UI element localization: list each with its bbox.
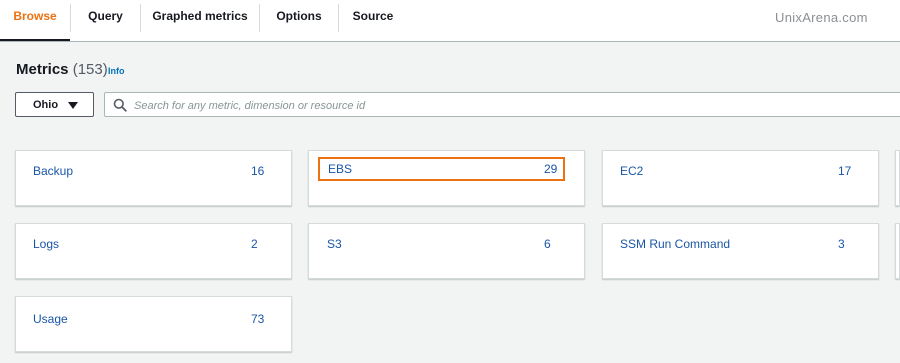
search-icon	[113, 98, 127, 112]
caret-down-icon	[68, 102, 78, 109]
namespace-card-partial	[895, 150, 900, 206]
namespace-count: 29	[544, 162, 558, 176]
tab-options[interactable]: Options	[260, 0, 338, 41]
search-box[interactable]	[104, 92, 900, 117]
namespace-link-backup[interactable]: Backup 16	[16, 159, 293, 183]
namespace-count: 3	[838, 237, 845, 251]
namespace-card-logs: Logs 2	[15, 223, 292, 279]
namespace-count: 2	[251, 237, 258, 251]
search-input[interactable]	[132, 96, 836, 116]
region-selected-value: Ohio	[33, 99, 59, 111]
namespace-name: Usage	[33, 312, 68, 326]
tab-graphed-metrics[interactable]: Graphed metrics	[141, 0, 259, 41]
namespace-card-ssm-run-command: SSM Run Command 3	[602, 223, 879, 279]
namespace-link-ssm-run-command[interactable]: SSM Run Command 3	[603, 232, 880, 256]
tab-browse[interactable]: Browse	[0, 0, 70, 41]
namespace-count: 16	[251, 164, 265, 178]
namespace-count: 17	[838, 164, 852, 178]
namespace-card-ebs: EBS 29	[308, 150, 585, 206]
tab-query[interactable]: Query	[71, 0, 140, 41]
namespace-count: 73	[251, 312, 265, 326]
namespace-name: SSM Run Command	[620, 237, 731, 251]
namespace-card-ec2: EC2 17	[602, 150, 879, 206]
tab-bar: Browse Query Graphed metrics Options Sou…	[0, 0, 900, 42]
namespace-count: 6	[544, 237, 551, 251]
namespace-card-backup: Backup 16	[15, 150, 292, 206]
info-link[interactable]: Info	[108, 66, 125, 76]
namespace-name: EBS	[328, 162, 353, 176]
namespace-name: Logs	[33, 237, 60, 251]
namespace-link-s3[interactable]: S3 6	[309, 232, 586, 256]
metrics-count: (153)	[72, 61, 108, 78]
page-title: Metrics (153)	[16, 61, 108, 78]
namespace-link-ebs[interactable]: EBS 29	[318, 157, 565, 181]
namespace-link-ec2[interactable]: EC2 17	[603, 159, 880, 183]
namespace-name: S3	[327, 237, 342, 251]
namespace-card-s3: S3 6	[308, 223, 585, 279]
namespace-link-logs[interactable]: Logs 2	[16, 232, 293, 256]
namespace-card-partial	[895, 223, 900, 279]
namespace-name: EC2	[620, 164, 644, 178]
region-select[interactable]: Ohio	[15, 92, 94, 117]
namespace-card-usage: Usage 73	[15, 296, 292, 352]
page-title-text: Metrics	[16, 61, 69, 78]
namespace-name: Backup	[33, 164, 74, 178]
tab-source[interactable]: Source	[339, 0, 407, 41]
namespace-link-usage[interactable]: Usage 73	[16, 307, 293, 331]
watermark: UnixArena.com	[775, 10, 868, 25]
